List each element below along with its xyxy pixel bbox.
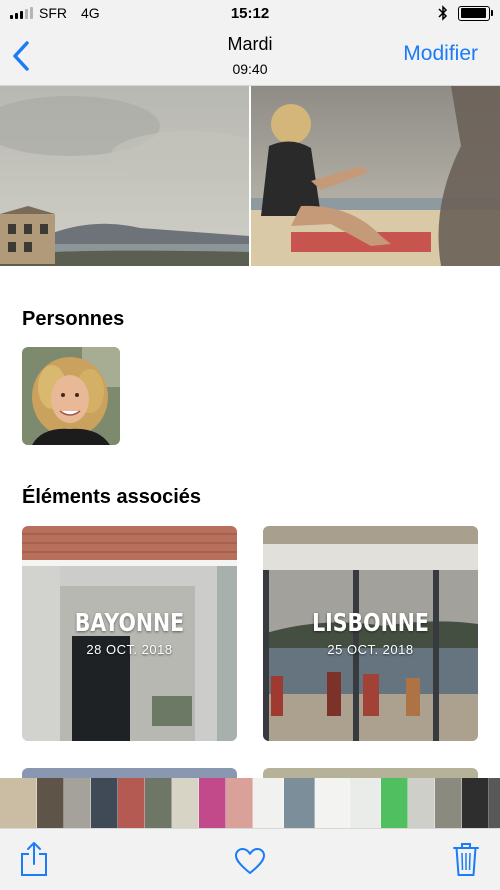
filmstrip-thumbnail[interactable] [253, 778, 284, 828]
navigation-bar: Mardi 09:40 Modifier [0, 28, 500, 86]
people-heading: Personnes [22, 308, 125, 330]
filmstrip-thumbnail[interactable] [489, 778, 500, 828]
memory-card-bayonne[interactable]: BAYONNE 28 OCT. 2018 [22, 526, 237, 741]
favorite-button[interactable] [234, 847, 266, 880]
person-thumbnail[interactable] [22, 347, 120, 445]
person-face-image [22, 347, 120, 445]
status-right [438, 5, 493, 21]
filmstrip-thumbnail[interactable] [199, 778, 226, 828]
bluetooth-icon [438, 5, 448, 21]
share-button[interactable] [20, 841, 48, 882]
share-icon [21, 842, 47, 876]
memory-card-lisbonne[interactable]: LISBONNE 25 OCT. 2018 [263, 526, 478, 741]
filmstrip-thumbnail[interactable] [381, 778, 408, 828]
delete-button[interactable] [452, 841, 480, 882]
filmstrip-thumbnail[interactable] [435, 778, 462, 828]
trash-icon [453, 843, 479, 876]
bottom-toolbar [0, 828, 500, 890]
related-heading: Éléments associés [22, 486, 201, 508]
filmstrip-thumbnail[interactable] [226, 778, 253, 828]
filmstrip-thumbnail[interactable] [91, 778, 118, 828]
filmstrip-thumbnail[interactable] [118, 778, 145, 828]
filmstrip-thumbnail[interactable] [284, 778, 315, 828]
top-photos [0, 86, 500, 266]
filmstrip-thumbnail[interactable] [315, 778, 350, 828]
filmstrip-thumbnail[interactable] [408, 778, 435, 828]
filmstrip-thumbnail[interactable] [64, 778, 91, 828]
battery-level [460, 8, 487, 18]
edit-button[interactable]: Modifier [403, 42, 478, 66]
filmstrip-thumbnail[interactable] [462, 778, 489, 828]
status-bar: SFR 4G 15:12 [0, 0, 500, 28]
photo-filmstrip[interactable] [0, 778, 500, 828]
memory-date: 25 OCT. 2018 [327, 642, 414, 657]
filmstrip-thumbnail[interactable] [145, 778, 172, 828]
memory-title: LISBONNE [312, 608, 429, 637]
filmstrip-thumbnail[interactable] [350, 778, 381, 828]
memory-title: BAYONNE [74, 608, 185, 637]
photo-coast[interactable] [0, 86, 249, 266]
photo-beach[interactable] [251, 86, 500, 266]
status-time: 15:12 [230, 5, 270, 22]
memory-date: 28 OCT. 2018 [86, 642, 173, 657]
battery-icon [458, 5, 493, 21]
filmstrip-thumbnail[interactable] [0, 778, 37, 828]
heart-icon [235, 848, 265, 874]
filmstrip-thumbnail[interactable] [172, 778, 199, 828]
filmstrip-thumbnail[interactable] [37, 778, 64, 828]
